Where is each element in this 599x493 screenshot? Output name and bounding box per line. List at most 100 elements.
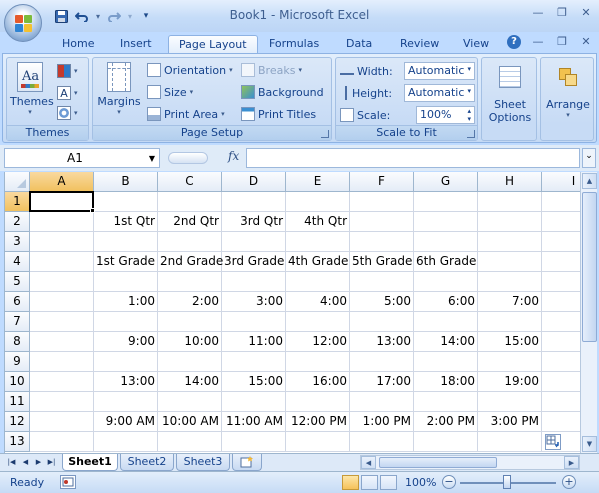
- cell-g8[interactable]: 14:00: [414, 332, 478, 352]
- cell-i2[interactable]: [542, 212, 580, 232]
- sheet-tab-sheet2[interactable]: Sheet2: [120, 454, 174, 471]
- cell-i9[interactable]: [542, 352, 580, 372]
- zoom-slider-thumb[interactable]: [503, 475, 511, 489]
- cell-d9[interactable]: [222, 352, 286, 372]
- insert-sheet-icon[interactable]: [232, 454, 262, 471]
- cell-d10[interactable]: 15:00: [222, 372, 286, 392]
- cell-c12[interactable]: 10:00 AM: [158, 412, 222, 432]
- cell-f6[interactable]: 5:00: [350, 292, 414, 312]
- cell-f10[interactable]: 17:00: [350, 372, 414, 392]
- cell-b7[interactable]: [94, 312, 158, 332]
- cell-e13[interactable]: [286, 432, 350, 452]
- cell-f4[interactable]: 5th Grade: [350, 252, 414, 272]
- tab-formulas[interactable]: Formulas: [259, 35, 329, 54]
- tab-data[interactable]: Data: [336, 35, 382, 54]
- cell-c13[interactable]: [158, 432, 222, 452]
- row-header-6[interactable]: 6: [5, 292, 30, 312]
- cell-c2[interactable]: 2nd Qtr: [158, 212, 222, 232]
- cell-g13[interactable]: [414, 432, 478, 452]
- cell-h10[interactable]: 19:00: [478, 372, 542, 392]
- page-layout-view-icon[interactable]: [361, 475, 378, 490]
- cell-h4[interactable]: [478, 252, 542, 272]
- cell-e12[interactable]: 12:00 PM: [286, 412, 350, 432]
- cell-f2[interactable]: [350, 212, 414, 232]
- cell-i7[interactable]: [542, 312, 580, 332]
- tab-insert[interactable]: Insert: [110, 35, 162, 54]
- cell-f13[interactable]: [350, 432, 414, 452]
- cell-d6[interactable]: 3:00: [222, 292, 286, 312]
- macro-record-icon[interactable]: [60, 475, 76, 489]
- sheet-options-button[interactable]: Sheet Options: [485, 62, 535, 124]
- cell-c8[interactable]: 10:00: [158, 332, 222, 352]
- cell-h8[interactable]: 15:00: [478, 332, 542, 352]
- arrange-button[interactable]: Arrange ▾: [543, 62, 593, 119]
- cell-g4[interactable]: 6th Grade: [414, 252, 478, 272]
- cell-g12[interactable]: 2:00 PM: [414, 412, 478, 432]
- cell-c11[interactable]: [158, 392, 222, 412]
- cell-h6[interactable]: 7:00: [478, 292, 542, 312]
- sheet-tab-sheet3[interactable]: Sheet3: [176, 454, 230, 471]
- cell-a13[interactable]: [30, 432, 94, 452]
- tab-review[interactable]: Review: [390, 35, 449, 54]
- vertical-scroll-thumb[interactable]: [582, 192, 597, 342]
- workbook-minimize-icon[interactable]: —: [531, 35, 545, 49]
- normal-view-icon[interactable]: [342, 475, 359, 490]
- column-header-g[interactable]: G: [414, 172, 478, 192]
- active-cell-selection[interactable]: [29, 191, 94, 212]
- close-icon[interactable]: ✕: [579, 6, 593, 20]
- cell-h2[interactable]: [478, 212, 542, 232]
- formula-bar-grip[interactable]: [168, 152, 208, 164]
- horizontal-scrollbar[interactable]: ◀ ▶: [360, 455, 580, 470]
- cell-b4[interactable]: 1st Grade: [94, 252, 158, 272]
- scroll-down-icon[interactable]: ▼: [582, 436, 597, 452]
- help-icon[interactable]: ?: [507, 35, 521, 49]
- orientation-button[interactable]: Orientation ▾: [147, 61, 233, 79]
- cell-e1[interactable]: [286, 192, 350, 212]
- cell-a11[interactable]: [30, 392, 94, 412]
- cell-i3[interactable]: [542, 232, 580, 252]
- cell-a4[interactable]: [30, 252, 94, 272]
- cell-g1[interactable]: [414, 192, 478, 212]
- cell-d2[interactable]: 3rd Qtr: [222, 212, 286, 232]
- first-sheet-icon[interactable]: |◀: [6, 456, 17, 468]
- cell-g9[interactable]: [414, 352, 478, 372]
- cell-c4[interactable]: 2nd Grade: [158, 252, 223, 272]
- zoom-level[interactable]: 100%: [405, 476, 436, 489]
- cell-a9[interactable]: [30, 352, 94, 372]
- cell-f9[interactable]: [350, 352, 414, 372]
- cell-a7[interactable]: [30, 312, 94, 332]
- next-sheet-icon[interactable]: ▶: [33, 456, 44, 468]
- column-header-a[interactable]: A: [30, 172, 94, 192]
- cell-f12[interactable]: 1:00 PM: [350, 412, 414, 432]
- cell-i6[interactable]: [542, 292, 580, 312]
- minimize-icon[interactable]: —: [531, 6, 545, 20]
- background-button[interactable]: Background: [241, 83, 324, 101]
- cell-d3[interactable]: [222, 232, 286, 252]
- column-header-h[interactable]: H: [478, 172, 542, 192]
- cell-c10[interactable]: 14:00: [158, 372, 222, 392]
- cell-d11[interactable]: [222, 392, 286, 412]
- print-titles-button[interactable]: Print Titles: [241, 105, 316, 123]
- column-header-b[interactable]: B: [94, 172, 158, 192]
- cell-c1[interactable]: [158, 192, 222, 212]
- cell-c6[interactable]: 2:00: [158, 292, 222, 312]
- cell-h13[interactable]: [478, 432, 542, 452]
- cell-i5[interactable]: [542, 272, 580, 292]
- cell-e9[interactable]: [286, 352, 350, 372]
- cell-a8[interactable]: [30, 332, 94, 352]
- last-sheet-icon[interactable]: ▶|: [46, 456, 57, 468]
- auto-fill-options-icon[interactable]: [545, 434, 561, 450]
- fill-handle[interactable]: [90, 208, 95, 213]
- cell-d12[interactable]: 11:00 AM: [222, 412, 286, 432]
- row-header-9[interactable]: 9: [5, 352, 30, 372]
- cell-e11[interactable]: [286, 392, 350, 412]
- row-header-8[interactable]: 8: [5, 332, 30, 352]
- cell-a2[interactable]: [30, 212, 94, 232]
- cell-b11[interactable]: [94, 392, 158, 412]
- zoom-in-icon[interactable]: +: [562, 475, 576, 489]
- print-area-button[interactable]: Print Area ▾: [147, 105, 225, 123]
- row-header-1[interactable]: 1: [5, 192, 30, 212]
- row-header-4[interactable]: 4: [5, 252, 30, 272]
- worksheet-grid[interactable]: A B C D E F G H I 1 2 1st Qtr 2nd Qtr 3rd Qtr 4th Qtr 3…: [4, 172, 580, 453]
- scale-to-fit-dialog-launcher-icon[interactable]: [467, 130, 475, 138]
